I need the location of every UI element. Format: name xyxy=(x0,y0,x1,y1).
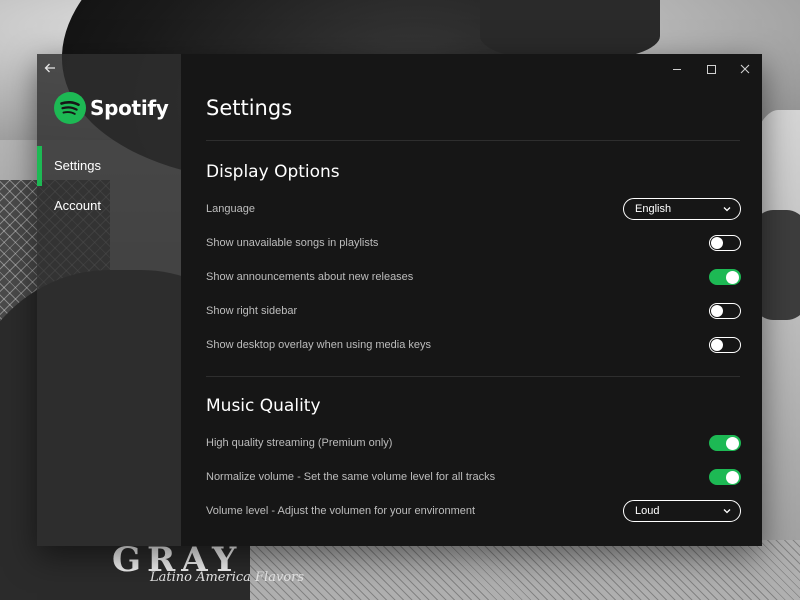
toggle-knob xyxy=(711,339,723,351)
settings-content: Settings Display Options Language Englis… xyxy=(181,54,762,546)
minimize-icon xyxy=(673,68,681,70)
language-select[interactable]: English xyxy=(623,198,741,220)
setting-label: Show desktop overlay when using media ke… xyxy=(206,339,432,351)
toggle-knob xyxy=(726,436,739,450)
setting-label: Show right sidebar xyxy=(206,305,298,317)
setting-row-high-quality-streaming: High quality streaming (Premium only) xyxy=(206,432,741,456)
close-icon xyxy=(740,64,750,74)
announcements-toggle[interactable] xyxy=(709,269,741,285)
sidebar-item-account[interactable]: Account xyxy=(37,186,181,226)
setting-label: High quality streaming (Premium only) xyxy=(206,437,393,449)
background-shirt-script: Latino America Flavors xyxy=(150,570,305,585)
page-title: Settings xyxy=(206,96,293,120)
section-title-display-options: Display Options xyxy=(206,162,340,182)
minimize-button[interactable] xyxy=(660,54,694,84)
setting-label: Volume level - Adjust the volumen for yo… xyxy=(206,505,476,517)
toggle-knob xyxy=(726,470,739,484)
setting-label: Show unavailable songs in playlists xyxy=(206,237,379,249)
back-button[interactable] xyxy=(43,62,57,76)
window-controls xyxy=(660,54,762,84)
desktop-overlay-toggle[interactable] xyxy=(709,337,741,353)
close-button[interactable] xyxy=(728,54,762,84)
background-floor xyxy=(250,540,800,600)
section-divider xyxy=(206,376,740,377)
sidebar-item-label: Account xyxy=(54,198,101,213)
setting-label: Normalize volume - Set the same volume l… xyxy=(206,471,496,483)
high-quality-streaming-toggle[interactable] xyxy=(709,435,741,451)
setting-row-announcements: Show announcements about new releases xyxy=(206,266,741,290)
setting-row-volume-level: Volume level - Adjust the volumen for yo… xyxy=(206,500,741,524)
normalize-volume-toggle[interactable] xyxy=(709,469,741,485)
volume-level-select-value: Loud xyxy=(635,505,660,517)
volume-level-select[interactable]: Loud xyxy=(623,500,741,522)
spotify-icon xyxy=(54,92,86,124)
section-title-music-quality: Music Quality xyxy=(206,396,321,416)
setting-row-unavailable-songs: Show unavailable songs in playlists xyxy=(206,232,741,256)
toggle-knob xyxy=(711,305,723,317)
title-divider xyxy=(206,140,740,141)
setting-row-right-sidebar: Show right sidebar xyxy=(206,300,741,324)
toggle-knob xyxy=(726,270,739,284)
spotify-logo: Spotify xyxy=(54,92,169,124)
arrow-left-icon xyxy=(44,63,55,73)
maximize-button[interactable] xyxy=(694,54,728,84)
setting-row-desktop-overlay: Show desktop overlay when using media ke… xyxy=(206,334,741,358)
sidebar-item-label: Settings xyxy=(54,158,101,173)
language-select-value: English xyxy=(635,203,672,215)
app-name: Spotify xyxy=(90,96,169,120)
maximize-icon xyxy=(706,64,716,74)
setting-row-normalize-volume: Normalize volume - Set the same volume l… xyxy=(206,466,741,490)
sidebar: Spotify Settings Account xyxy=(37,54,181,546)
unavailable-songs-toggle[interactable] xyxy=(709,235,741,251)
active-indicator xyxy=(37,146,42,186)
setting-label: Language xyxy=(206,203,255,215)
right-sidebar-toggle[interactable] xyxy=(709,303,741,319)
toggle-knob xyxy=(711,237,723,249)
chevron-down-icon xyxy=(723,207,731,212)
setting-row-language: Language English xyxy=(206,198,741,222)
sidebar-item-settings[interactable]: Settings xyxy=(37,146,181,186)
app-window: Spotify Settings Account Settings Displa… xyxy=(37,54,762,546)
background-cap xyxy=(480,0,660,60)
chevron-down-icon xyxy=(723,509,731,514)
setting-label: Show announcements about new releases xyxy=(206,271,414,283)
